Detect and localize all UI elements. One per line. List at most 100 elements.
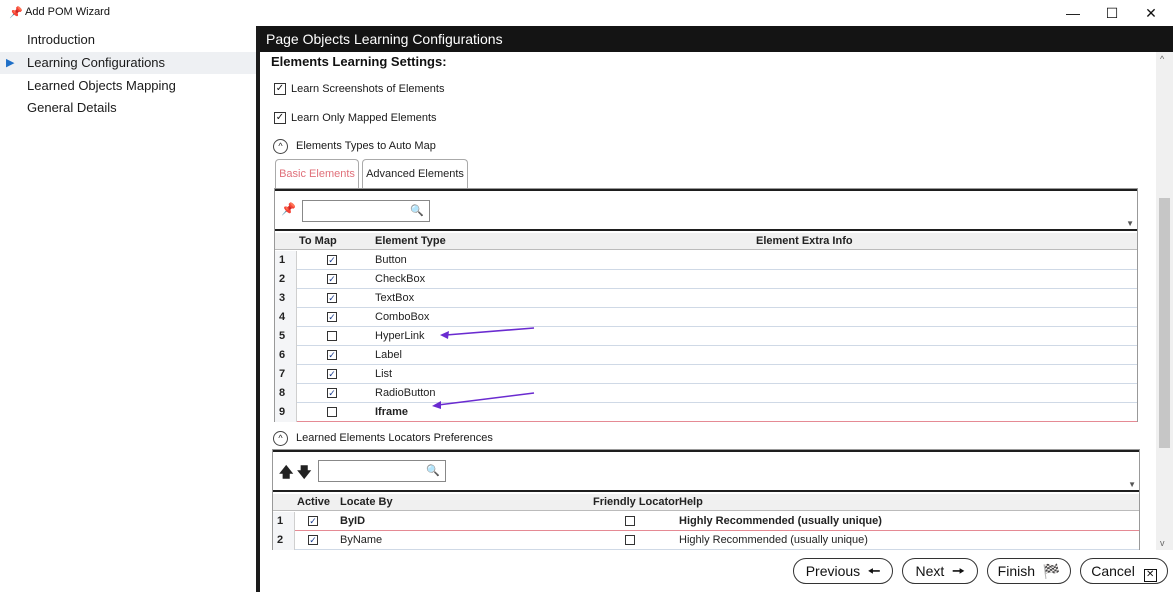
table-row[interactable]: 8 ✓ RadioButton (275, 384, 1137, 403)
table-row[interactable]: 4 ✓ ComboBox (275, 308, 1137, 327)
minimize-button[interactable]: — (1053, 0, 1093, 26)
window-title: Add POM Wizard (25, 6, 110, 18)
element-type-cell: Button (375, 254, 407, 266)
table-row[interactable]: 1 ✓ ByID Highly Recommended (usually unique… (273, 512, 1139, 531)
collapse-icon[interactable]: ^ (273, 430, 288, 446)
scroll-down-icon[interactable]: v (1160, 538, 1165, 548)
row-number: 7 (275, 365, 297, 384)
close-window-button[interactable]: ✕ (1131, 0, 1171, 26)
column-header[interactable]: To Map (299, 235, 337, 247)
sidebar-item-general-details[interactable]: General Details (0, 97, 256, 119)
to-map-checkbox[interactable]: ✓ (327, 255, 337, 265)
column-header[interactable]: Element Type (375, 235, 446, 247)
table-row[interactable]: 1 ✓ Button (275, 251, 1137, 270)
row-number: 8 (275, 384, 297, 403)
column-header[interactable]: Friendly Locator (593, 496, 679, 508)
arrow-right-icon: 🠖 (952, 563, 965, 579)
grid-header: To Map Element Type Element Extra Info (275, 233, 1137, 250)
scrollbar-thumb[interactable] (1159, 198, 1170, 448)
locators-expander[interactable]: ^ Learned Elements Locators Preferences (273, 429, 493, 447)
close-box-icon: ✕ (1143, 569, 1157, 582)
previous-button[interactable]: Previous 🠔 (793, 558, 893, 584)
table-row[interactable]: 7 ✓ List (275, 365, 1137, 384)
move-up-icon[interactable]: 🡅 (279, 462, 293, 486)
scroll-down-icon[interactable]: ▼ (1128, 480, 1136, 489)
table-row[interactable]: 9 Iframe (275, 403, 1137, 422)
row-number: 1 (275, 251, 297, 270)
element-type-cell: HyperLink (375, 330, 425, 342)
search-input[interactable]: 🔍 (302, 200, 430, 222)
content-area: Elements Learning Settings: ✓ Learn Scre… (260, 52, 1156, 550)
tab-basic-elements[interactable]: Basic Elements (275, 159, 359, 188)
cancel-button[interactable]: Cancel ✕ (1080, 558, 1168, 584)
next-button[interactable]: Next 🠖 (902, 558, 978, 584)
to-map-checkbox[interactable]: ✓ (327, 293, 337, 303)
to-map-checkbox[interactable]: ✓ (327, 388, 337, 398)
pin-icon: 📌 (9, 7, 23, 19)
table-row[interactable]: 5 HyperLink (275, 327, 1137, 346)
maximize-button[interactable]: ☐ (1092, 0, 1132, 26)
friendly-locator-checkbox[interactable] (625, 535, 635, 545)
to-map-checkbox[interactable] (327, 407, 337, 417)
finish-button[interactable]: Finish 🏁 (987, 558, 1071, 584)
row-number: 2 (275, 270, 297, 289)
current-step-arrow-icon: ▶ (6, 57, 15, 69)
search-icon[interactable]: 🔍 (410, 204, 424, 217)
table-row[interactable]: 2 ✓ ByName Highly Recommended (usually uniq… (273, 531, 1139, 550)
checkered-flag-icon: 🏁 (1042, 563, 1061, 579)
scroll-down-icon[interactable]: ▼ (1126, 219, 1134, 228)
table-row[interactable]: 2 ✓ CheckBox (275, 270, 1137, 289)
search-icon[interactable]: 🔍 (426, 464, 440, 477)
friendly-locator-checkbox[interactable] (625, 516, 635, 526)
scroll-up-icon[interactable]: ^ (1160, 54, 1164, 64)
learn-mapped-label: Learn Only Mapped Elements (291, 112, 437, 124)
to-map-checkbox[interactable]: ✓ (327, 369, 337, 379)
collapse-icon[interactable]: ^ (273, 138, 288, 154)
column-header[interactable]: Element Extra Info (756, 235, 853, 247)
wizard-steps-sidebar: Introduction ▶ Learning Configurations L… (0, 26, 256, 592)
vertical-scrollbar[interactable]: ^ v (1156, 52, 1173, 550)
page-title: Page Objects Learning Configurations (260, 26, 1173, 52)
column-header[interactable]: Active (297, 496, 330, 508)
to-map-checkbox[interactable] (327, 331, 337, 341)
pin-icon[interactable]: 📌 (281, 202, 296, 216)
table-row[interactable]: 3 ✓ TextBox (275, 289, 1137, 308)
sidebar-item-learned-objects-mapping[interactable]: Learned Objects Mapping (0, 75, 256, 97)
expander-label: Learned Elements Locators Preferences (296, 432, 493, 444)
column-header[interactable]: Locate By (340, 496, 393, 508)
sidebar-item-label: Learning Configurations (27, 55, 166, 70)
to-map-checkbox[interactable]: ✓ (327, 274, 337, 284)
table-row[interactable]: 6 ✓ Label (275, 346, 1137, 365)
active-checkbox[interactable]: ✓ (308, 516, 318, 526)
element-type-cell: CheckBox (375, 273, 426, 285)
row-number: 4 (275, 308, 297, 327)
row-number: 9 (275, 403, 297, 422)
search-input[interactable]: 🔍 (318, 460, 446, 482)
row-number: 3 (275, 289, 297, 308)
learn-mapped-option[interactable]: ✓ Learn Only Mapped Elements (274, 110, 437, 126)
title-bar: 📌 Add POM Wizard — ☐ ✕ (0, 0, 1173, 26)
element-type-cell: Label (375, 349, 402, 361)
learn-screenshots-label: Learn Screenshots of Elements (291, 83, 445, 95)
learn-screenshots-option[interactable]: ✓ Learn Screenshots of Elements (274, 81, 444, 97)
sidebar-item-label: Introduction (27, 32, 95, 47)
element-type-cell: Iframe (375, 406, 409, 418)
to-map-checkbox[interactable]: ✓ (327, 350, 337, 360)
to-map-checkbox[interactable]: ✓ (327, 312, 337, 322)
sidebar-item-learning-configurations[interactable]: ▶ Learning Configurations (0, 52, 256, 74)
element-types-expander[interactable]: ^ Elements Types to Auto Map (273, 137, 436, 155)
learn-screenshots-checkbox[interactable]: ✓ (274, 83, 286, 95)
column-header[interactable]: Help (679, 496, 703, 508)
sidebar-item-introduction[interactable]: Introduction (0, 29, 256, 51)
tab-advanced-elements[interactable]: Advanced Elements (362, 159, 468, 188)
sidebar-item-label: Learned Objects Mapping (27, 78, 176, 93)
sidebar-item-label: General Details (27, 100, 117, 115)
active-checkbox[interactable]: ✓ (308, 535, 318, 545)
row-number: 2 (273, 531, 295, 550)
row-number: 1 (273, 512, 295, 531)
grid-toolbar: 🡅 🡇 🔍 ▼ (273, 450, 1139, 492)
move-down-icon[interactable]: 🡇 (297, 462, 311, 486)
learn-mapped-checkbox[interactable]: ✓ (274, 112, 286, 124)
locators-grid: 🡅 🡇 🔍 ▼ Active Locate By Friendly Locato… (272, 449, 1140, 550)
element-type-cell: RadioButton (375, 387, 436, 399)
